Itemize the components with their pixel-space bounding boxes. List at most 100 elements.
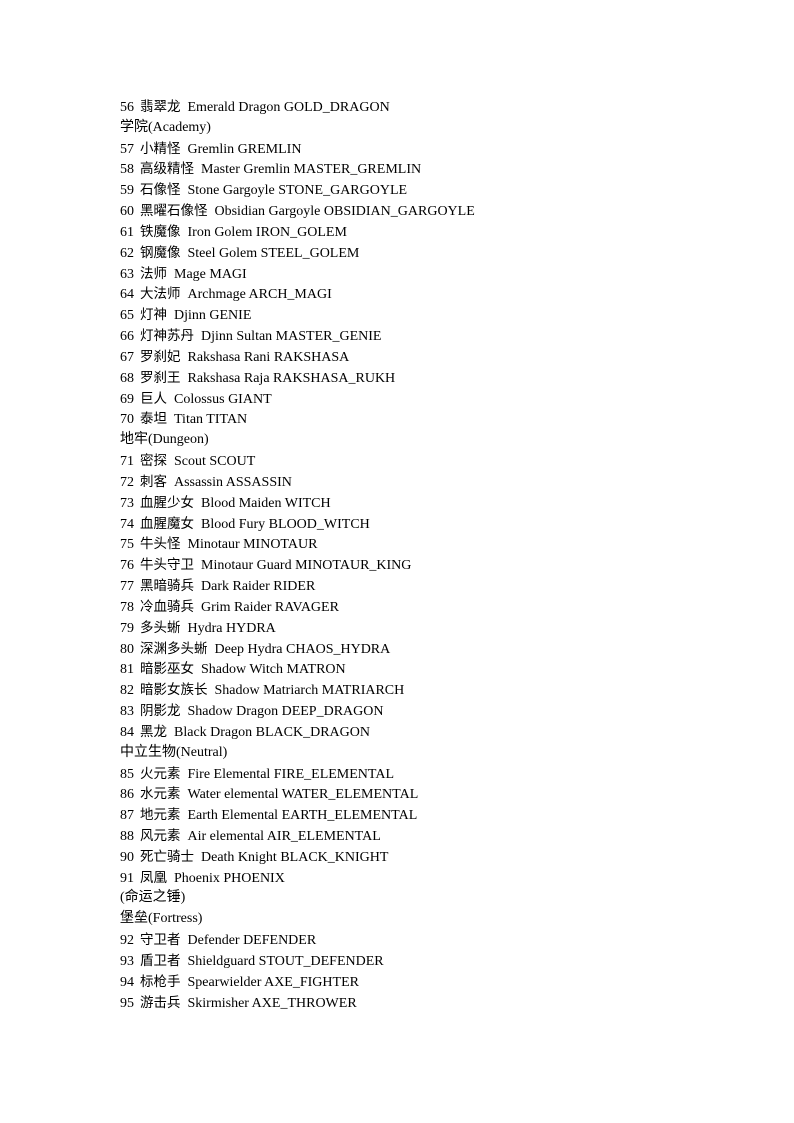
english-name: Blood Maiden WITCH (201, 495, 331, 511)
entry-number: 57 (120, 141, 134, 157)
english-name: Minotaur MINOTAUR (187, 537, 318, 553)
english-name: Death Knight BLACK_KNIGHT (201, 849, 389, 865)
entry-number: 93 (120, 953, 134, 969)
english-name: Master Gremlin MASTER_GREMLIN (201, 162, 422, 178)
chinese-name: 钢魔像 (140, 244, 181, 261)
creature-entry: 88 风元素 Air elemental AIR_ELEMENTAL (120, 826, 475, 847)
entry-number: 77 (120, 579, 134, 595)
english-name: Colossus GIANT (174, 391, 272, 407)
entry-number: 75 (120, 537, 134, 553)
chinese-name: 黑暗骑兵 (140, 578, 194, 595)
english-name: Defender DEFENDER (187, 933, 317, 949)
english-name: Rakshasa Rani RAKSHASA (187, 349, 350, 365)
section-heading: 地牢(Dungeon) (120, 432, 209, 448)
english-name: Archmage ARCH_MAGI (187, 287, 332, 303)
entry-number: 82 (120, 683, 134, 699)
chinese-name: 法师 (140, 265, 167, 282)
creature-entry: 94 标枪手 Spearwielder AXE_FIGHTER (120, 972, 475, 993)
english-name: Djinn GENIE (174, 308, 252, 324)
creature-entry: 64 大法师 Archmage ARCH_MAGI (120, 284, 475, 305)
english-name: Minotaur Guard MINOTAUR_KING (201, 558, 412, 574)
chinese-name: 牛头怪 (140, 536, 181, 553)
creature-entry: 63 法师 Mage MAGI (120, 264, 475, 285)
english-name: Black Dragon BLACK_DRAGON (174, 724, 370, 740)
creature-entry: 58 高级精怪 Master Gremlin MASTER_GREMLIN (120, 159, 475, 180)
chinese-name: 守卫者 (140, 932, 181, 949)
english-name: Fire Elemental FIRE_ELEMENTAL (187, 766, 395, 782)
chinese-name: 地元素 (140, 807, 181, 824)
creature-entry: 70 泰坦 Titan TITAN (120, 409, 475, 430)
creature-entry: 67 罗刹妃 Rakshasa Rani RAKSHASA (120, 347, 475, 368)
chinese-name: 牛头守卫 (140, 557, 194, 574)
entry-number: 87 (120, 808, 134, 824)
english-name: Stone Gargoyle STONE_GARGOYLE (187, 183, 408, 199)
english-name: Assassin ASSASSIN (174, 474, 292, 490)
entry-number: 78 (120, 599, 134, 615)
creature-entry: 66 灯神苏丹 Djinn Sultan MASTER_GENIE (120, 326, 475, 347)
entry-number: 61 (120, 224, 134, 240)
creature-entry: 57 小精怪 Gremlin GREMLIN (120, 139, 475, 160)
english-name: Blood Fury BLOOD_WITCH (201, 516, 370, 532)
chinese-name: 血腥魔女 (140, 515, 194, 532)
creature-entry: 73 血腥少女 Blood Maiden WITCH (120, 493, 475, 514)
creature-entry: 68 罗刹王 Rakshasa Raja RAKSHASA_RUKH (120, 368, 475, 389)
chinese-name: 标枪手 (140, 973, 181, 990)
english-name: Djinn Sultan MASTER_GENIE (201, 329, 382, 345)
creature-entry: 93 盾卫者 Shieldguard STOUT_DEFENDER (120, 951, 475, 972)
chinese-name: 阴影龙 (140, 703, 181, 720)
entry-number: 70 (120, 412, 134, 428)
document-body: 56 翡翠龙 Emerald Dragon GOLD_DRAGON 学院(Acade… (120, 97, 475, 1013)
chinese-name: 水元素 (140, 786, 181, 803)
creature-entry: 82 暗影女族长 Shadow Matriarch MATRIARCH (120, 680, 475, 701)
english-name: Grim Raider RAVAGER (201, 599, 339, 615)
chinese-name: 多头蜥 (140, 619, 181, 636)
creature-entry: 59 石像怪 Stone Gargoyle STONE_GARGOYLE (120, 180, 475, 201)
creature-entry: 77 黑暗骑兵 Dark Raider RIDER (120, 576, 475, 597)
entry-number: 94 (120, 974, 134, 990)
creature-entry: 60 黑曜石像怪 Obsidian Gargoyle OBSIDIAN_GARGO… (120, 201, 475, 222)
english-name: Gremlin GREMLIN (187, 141, 302, 157)
chinese-name: 风元素 (140, 827, 181, 844)
chinese-name: 密探 (140, 453, 167, 470)
chinese-name: 高级精怪 (140, 161, 194, 178)
creature-entry: 65 灯神 Djinn GENIE (120, 305, 475, 326)
english-name: Skirmisher AXE_THROWER (187, 995, 357, 1011)
entry-number: 88 (120, 828, 134, 844)
chinese-name: 石像怪 (140, 182, 181, 199)
english-name: Emerald Dragon GOLD_DRAGON (187, 100, 390, 115)
chinese-name: 血腥少女 (140, 494, 194, 511)
english-name: Mage MAGI (174, 266, 247, 282)
creature-entry: 62 钢魔像 Steel Golem STEEL_GOLEM (120, 243, 475, 264)
creature-entry: 84 黑龙 Black Dragon BLACK_DRAGON (120, 722, 475, 743)
entry-number: 60 (120, 204, 134, 220)
creature-entry: 86 水元素 Water elemental WATER_ELEMENTAL (120, 784, 475, 805)
english-name: Shadow Matriarch MATRIARCH (214, 683, 405, 699)
chinese-name: 刺客 (140, 473, 167, 490)
chinese-name: 游击兵 (140, 994, 181, 1011)
english-name: Water elemental WATER_ELEMENTAL (187, 787, 419, 803)
english-name: Scout SCOUT (174, 454, 256, 470)
english-name: Titan TITAN (174, 412, 248, 428)
entry-number: 65 (120, 308, 134, 324)
section-heading: (命运之锤) (120, 890, 186, 906)
entry-number: 80 (120, 641, 134, 657)
english-name: Iron Golem IRON_GOLEM (187, 224, 347, 240)
chinese-name: 冷血骑兵 (140, 598, 194, 615)
creature-entry: 72 刺客 Assassin ASSASSIN (120, 472, 475, 493)
english-name: Spearwielder AXE_FIGHTER (187, 974, 359, 990)
entry-number: 81 (120, 662, 134, 678)
entry-number: 72 (120, 474, 134, 490)
english-name: Phoenix PHOENIX (174, 870, 285, 886)
chinese-name: 灯神苏丹 (140, 328, 194, 345)
creature-entry: 95 游击兵 Skirmisher AXE_THROWER (120, 993, 475, 1014)
creature-entry: 74 血腥魔女 Blood Fury BLOOD_WITCH (120, 514, 475, 535)
entry-number: 62 (120, 245, 134, 261)
english-name: Dark Raider RIDER (201, 579, 316, 595)
entry-number: 79 (120, 620, 134, 636)
entry-number: 91 (120, 870, 134, 886)
creature-entry: 80 深渊多头蜥 Deep Hydra CHAOS_HYDRA (120, 639, 475, 660)
section-heading: 堡垒(Fortress) (120, 911, 203, 927)
chinese-name: 巨人 (140, 390, 167, 407)
entry-number: 83 (120, 704, 134, 720)
english-name: Steel Golem STEEL_GOLEM (187, 245, 360, 261)
